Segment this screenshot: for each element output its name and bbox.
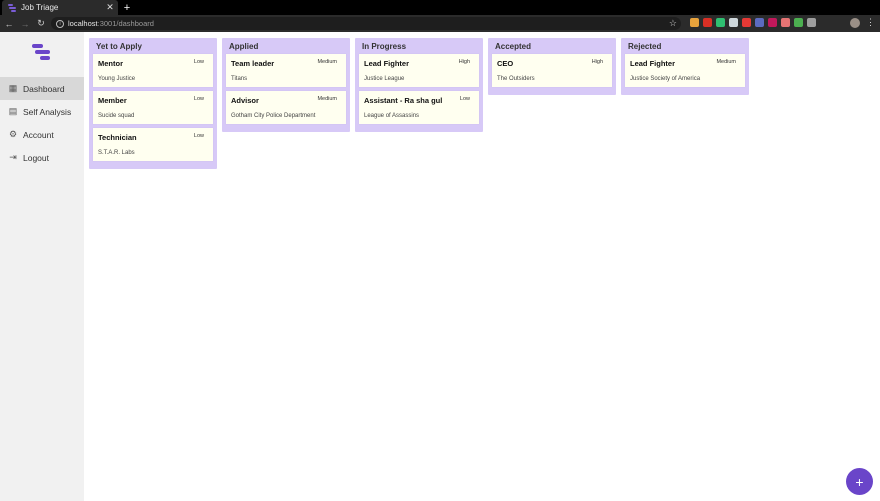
sidebar-item-label: Logout [23, 152, 49, 163]
forward-arrow-icon[interactable]: → [18, 17, 32, 31]
extension-icon[interactable] [703, 18, 712, 27]
app-logo [32, 44, 52, 62]
tab-title: Job Triage [21, 3, 59, 12]
sidebar: ▦ Dashboard ▤ Self Analysis ⚙ Account ⇥ Logout [0, 32, 84, 501]
priority-badge: Low [193, 133, 204, 139]
sidebar-item-label: Self Analysis [23, 106, 72, 117]
extension-icon[interactable] [781, 18, 790, 27]
app-root: ▦ Dashboard ▤ Self Analysis ⚙ Account ⇥ Logout … [0, 32, 880, 501]
column-applied: Applied Team leader Medium Titans Advisor Med… [222, 38, 350, 132]
job-role: Mentor [98, 59, 123, 68]
reload-icon[interactable]: ↻ [34, 17, 48, 31]
column-accepted: Accepted CEO High The Outsiders [488, 38, 616, 95]
job-card[interactable]: Technician Low S.T.A.R. Labs [93, 128, 213, 161]
extension-icon[interactable] [755, 18, 764, 27]
extension-icon[interactable] [742, 18, 751, 27]
browser-tab[interactable]: Job Triage ✕ [2, 0, 118, 15]
address-bar[interactable]: i localhost:3001/dashboard ☆ [51, 17, 681, 30]
back-arrow-icon[interactable]: ← [2, 17, 16, 31]
job-card[interactable]: Assistant - Ra sha gul Low League of Assas… [359, 91, 479, 124]
company-name: Young Justice [98, 76, 136, 82]
column-title: Accepted [495, 41, 532, 51]
job-role: Lead Fighter [630, 59, 676, 68]
gear-icon: ⚙ [8, 129, 18, 139]
extension-icon[interactable] [690, 18, 699, 27]
column-yet-to-apply: Yet to Apply Mentor Low Young Justice Member… [89, 38, 217, 169]
column-title: Yet to Apply [96, 41, 142, 51]
clipboard-icon: ▤ [8, 106, 18, 116]
priority-badge: Low [193, 59, 204, 65]
job-card[interactable]: Mentor Low Young Justice [93, 54, 213, 87]
company-name: S.T.A.R. Labs [98, 150, 135, 156]
job-card[interactable]: Member Low Sucide squad [93, 91, 213, 124]
url-text[interactable]: localhost:3001/dashboard [68, 19, 669, 28]
app-favicon-icon [8, 3, 16, 12]
job-role: CEO [497, 59, 514, 68]
extension-icon[interactable] [729, 18, 738, 27]
priority-badge: High [591, 59, 603, 65]
sidebar-item-label: Account [23, 129, 54, 140]
add-job-button[interactable]: + [846, 468, 873, 495]
company-name: Gotham City Police Department [231, 113, 316, 119]
extensions-bar [690, 18, 816, 29]
sidebar-item-account[interactable]: ⚙ Account [0, 123, 84, 146]
browser-menu-icon[interactable]: ⋮ [866, 17, 875, 28]
priority-badge: Medium [317, 96, 337, 102]
company-name: Justice League [364, 76, 405, 82]
priority-badge: Low [193, 96, 204, 102]
priority-badge: Low [459, 96, 470, 102]
company-name: Titans [231, 76, 248, 82]
job-card[interactable]: Lead Fighter Medium Justice Society of Ame… [625, 54, 745, 87]
profile-avatar[interactable] [850, 18, 860, 28]
company-name: League of Assassins [364, 113, 420, 119]
company-name: Justice Society of America [630, 76, 701, 82]
column-title: Rejected [628, 41, 662, 51]
sidebar-item-dashboard[interactable]: ▦ Dashboard [0, 77, 84, 100]
sidebar-item-label: Dashboard [23, 83, 65, 94]
job-role: Member [98, 96, 127, 105]
extension-icon[interactable] [807, 18, 816, 27]
sidebar-nav: ▦ Dashboard ▤ Self Analysis ⚙ Account ⇥ Logout [0, 77, 84, 169]
sidebar-item-logout[interactable]: ⇥ Logout [0, 146, 84, 169]
column-in-progress: In Progress Lead Fighter High Justice Leagu… [355, 38, 483, 132]
job-card[interactable]: Lead Fighter High Justice League [359, 54, 479, 87]
tab-close-icon[interactable]: ✕ [105, 2, 115, 13]
priority-badge: High [458, 59, 470, 65]
company-name: Sucide squad [98, 113, 135, 119]
job-role: Advisor [231, 96, 259, 105]
dashboard-icon: ▦ [8, 83, 18, 93]
info-icon[interactable]: i [56, 19, 64, 28]
priority-badge: Medium [716, 59, 736, 65]
new-tab-button[interactable]: + [122, 0, 132, 15]
sidebar-item-self-analysis[interactable]: ▤ Self Analysis [0, 100, 84, 123]
job-card[interactable]: Team leader Medium Titans [226, 54, 346, 87]
logout-icon: ⇥ [9, 152, 17, 162]
job-role: Team leader [231, 59, 275, 68]
job-role: Technician [98, 133, 137, 142]
browser-tab-strip: Job Triage ✕ + [0, 0, 880, 15]
column-title: Applied [229, 41, 259, 51]
priority-badge: Medium [317, 59, 337, 65]
job-role: Assistant - Ra sha gul [364, 96, 443, 105]
column-rejected: Rejected Lead Fighter Medium Justice Societ… [621, 38, 749, 95]
extension-icon[interactable] [768, 18, 777, 27]
bookmark-star-icon[interactable]: ☆ [669, 18, 677, 29]
browser-toolbar: ← → ↻ i localhost:3001/dashboard ☆ ⋮ [0, 15, 880, 32]
company-name: The Outsiders [497, 76, 535, 82]
job-role: Lead Fighter [364, 59, 410, 68]
column-title: In Progress [362, 41, 407, 51]
job-card[interactable]: Advisor Medium Gotham City Police Departme… [226, 91, 346, 124]
job-card[interactable]: CEO High The Outsiders [492, 54, 612, 87]
extension-icon[interactable] [716, 18, 725, 27]
extension-icon[interactable] [794, 18, 803, 27]
